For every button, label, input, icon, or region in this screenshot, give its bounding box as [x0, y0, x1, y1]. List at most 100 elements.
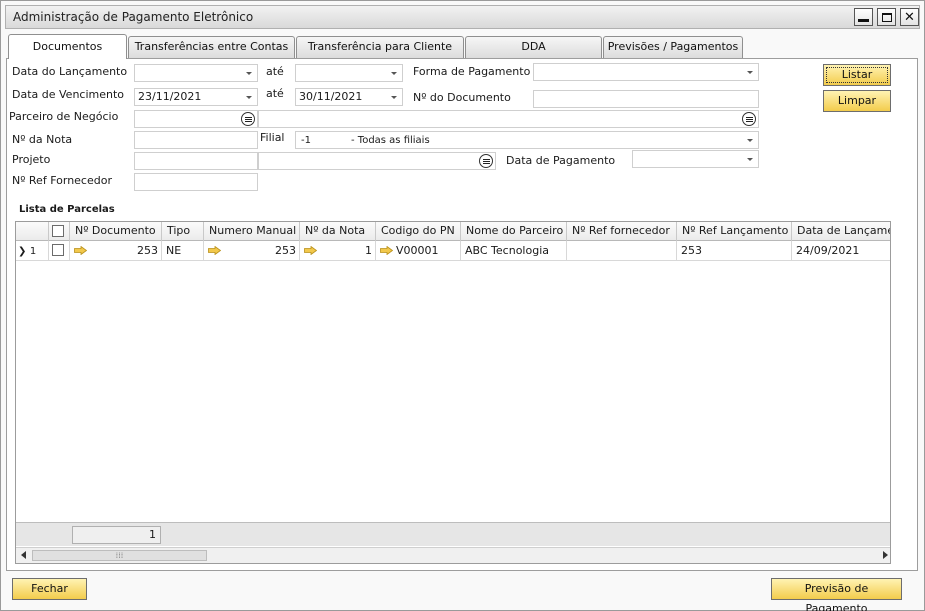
dropdown-arrow-icon[interactable] [246, 96, 252, 99]
lookup-icon[interactable] [742, 112, 756, 126]
select-all-header[interactable] [49, 222, 70, 241]
filial-label: Filial [260, 131, 285, 144]
filial-name: - Todas as filiais [351, 135, 430, 146]
col-numero-manual[interactable]: Numero Manual [204, 222, 300, 241]
projeto-label: Projeto [12, 153, 51, 166]
num-documento-label: Nº do Documento [413, 91, 511, 104]
dropdown-arrow-icon[interactable] [391, 96, 397, 99]
codigo-pn-value: V00001 [396, 244, 439, 257]
cell-nome-parceiro: ABC Tecnologia [461, 241, 567, 261]
col-codigo-pn[interactable]: Codigo do PN [376, 222, 461, 241]
num-nota-label: Nº da Nota [12, 133, 73, 146]
parceiro-label: Parceiro de Negócio [9, 110, 119, 123]
row-selector-header [16, 222, 49, 241]
link-arrow-icon[interactable] [74, 246, 87, 255]
num-nota-value: 1 [365, 244, 372, 257]
tab-transferencias-contas[interactable]: Transferências entre Contas [128, 36, 295, 58]
maximize-button[interactable] [877, 8, 896, 26]
num-nota-field[interactable] [134, 131, 258, 149]
ref-fornecedor-field[interactable] [134, 173, 258, 191]
dropdown-arrow-icon[interactable] [391, 72, 397, 75]
horizontal-scrollbar[interactable]: ⁞⁞⁞ [16, 547, 890, 563]
data-vencimento-to-field[interactable]: 30/11/2021 [295, 88, 403, 106]
window-title: Administração de Pagamento Eletrônico [13, 10, 254, 24]
parceiro-name-field[interactable] [258, 110, 759, 128]
col-data-lancamento[interactable]: Data de Lançamento [792, 222, 890, 241]
link-arrow-icon[interactable] [208, 246, 221, 255]
filial-select[interactable]: -1 - Todas as filiais [295, 131, 759, 149]
ref-fornecedor-label: Nº Ref Fornecedor [12, 174, 112, 187]
cell-ref-fornecedor [567, 241, 677, 261]
lookup-icon[interactable] [479, 154, 493, 168]
data-pagamento-label: Data de Pagamento [506, 154, 616, 167]
col-nome-parceiro[interactable]: Nome do Parceiro [461, 222, 567, 241]
filial-code: -1 [301, 135, 311, 146]
grid-header: Nº Documento Tipo Numero Manual Nº da No… [16, 222, 890, 241]
row-count: 1 [72, 526, 161, 544]
minimize-button[interactable] [854, 8, 873, 26]
data-vencimento-from-value: 23/11/2021 [138, 90, 202, 103]
parcelas-grid: Nº Documento Tipo Numero Manual Nº da No… [15, 221, 891, 564]
col-tipo[interactable]: Tipo [162, 222, 204, 241]
scrollbar-thumb[interactable]: ⁞⁞⁞ [32, 550, 207, 561]
table-row[interactable]: ❯ 1 253 NE 253 1 V00001 ABC Tecnologia 2… [16, 241, 890, 261]
col-ref-lancamento[interactable]: Nº Ref Lançamento [677, 222, 792, 241]
minimize-icon [858, 18, 869, 22]
data-vencimento-ate-label: até [266, 87, 284, 100]
num-documento-value: 253 [137, 244, 158, 257]
select-all-checkbox[interactable] [52, 225, 64, 237]
col-ref-fornecedor[interactable]: Nº Ref fornecedor [567, 222, 677, 241]
listar-button[interactable]: Listar [823, 64, 891, 86]
dropdown-arrow-icon[interactable] [747, 139, 753, 142]
documentos-panel: Data do Lançamento até Forma de Pagament… [6, 58, 918, 571]
tab-documentos[interactable]: Documentos [8, 34, 127, 59]
dropdown-arrow-icon[interactable] [747, 71, 753, 74]
link-arrow-icon[interactable] [380, 246, 393, 255]
cell-ref-lancamento: 253 [677, 241, 792, 261]
current-row-marker-icon: ❯ [18, 246, 27, 257]
cell-codigo-pn: V00001 [376, 241, 461, 261]
cell-data-lancamento: 24/09/2021 [792, 241, 890, 261]
fechar-button[interactable]: Fechar [12, 578, 87, 600]
numero-manual-value: 253 [275, 244, 296, 257]
limpar-button[interactable]: Limpar [823, 90, 891, 112]
data-lancamento-label: Data do Lançamento [12, 65, 128, 78]
forma-pagamento-select[interactable] [533, 63, 759, 81]
lista-parcelas-title: Lista de Parcelas [19, 204, 115, 215]
parceiro-code-field[interactable] [134, 110, 258, 128]
maximize-icon [881, 12, 892, 22]
data-vencimento-label: Data de Vencimento [12, 88, 125, 101]
tab-dda[interactable]: DDA [465, 36, 602, 58]
num-documento-field[interactable] [533, 90, 759, 108]
cell-num-nota: 1 [300, 241, 376, 261]
cell-num-documento: 253 [70, 241, 162, 261]
scroll-left-icon[interactable] [21, 551, 26, 559]
dropdown-arrow-icon[interactable] [246, 72, 252, 75]
link-arrow-icon[interactable] [304, 246, 317, 255]
cell-numero-manual: 253 [204, 241, 300, 261]
forma-pagamento-label: Forma de Pagamento [413, 65, 531, 78]
title-bar[interactable]: Administração de Pagamento Eletrônico ✕ [5, 5, 920, 29]
row-index: 1 [29, 246, 37, 257]
row-checkbox-cell[interactable] [49, 241, 70, 261]
close-button[interactable]: ✕ [900, 8, 919, 26]
tab-transferencia-cliente[interactable]: Transferência para Cliente [296, 36, 464, 58]
col-num-nota[interactable]: Nº da Nota [300, 222, 376, 241]
data-lancamento-ate-label: até [266, 65, 284, 78]
main-window: Administração de Pagamento Eletrônico ✕ … [0, 0, 925, 611]
row-selector[interactable]: ❯ 1 [16, 241, 49, 261]
scroll-right-icon[interactable] [883, 551, 888, 559]
data-lancamento-to-field[interactable] [295, 64, 403, 82]
previsao-pagamento-button[interactable]: Previsão de Pagamento [771, 578, 902, 611]
data-lancamento-from-field[interactable] [134, 64, 258, 82]
col-num-documento[interactable]: Nº Documento [70, 222, 162, 241]
close-icon: ✕ [904, 9, 915, 25]
tab-previsoes-pagamentos[interactable]: Previsões / Pagamentos [603, 36, 743, 58]
dropdown-arrow-icon[interactable] [747, 158, 753, 161]
projeto-name-field[interactable] [258, 152, 496, 170]
data-pagamento-field[interactable] [632, 150, 759, 168]
row-checkbox[interactable] [52, 244, 64, 256]
projeto-code-field[interactable] [134, 152, 258, 170]
data-vencimento-from-field[interactable]: 23/11/2021 [134, 88, 258, 106]
lookup-icon[interactable] [241, 112, 255, 126]
